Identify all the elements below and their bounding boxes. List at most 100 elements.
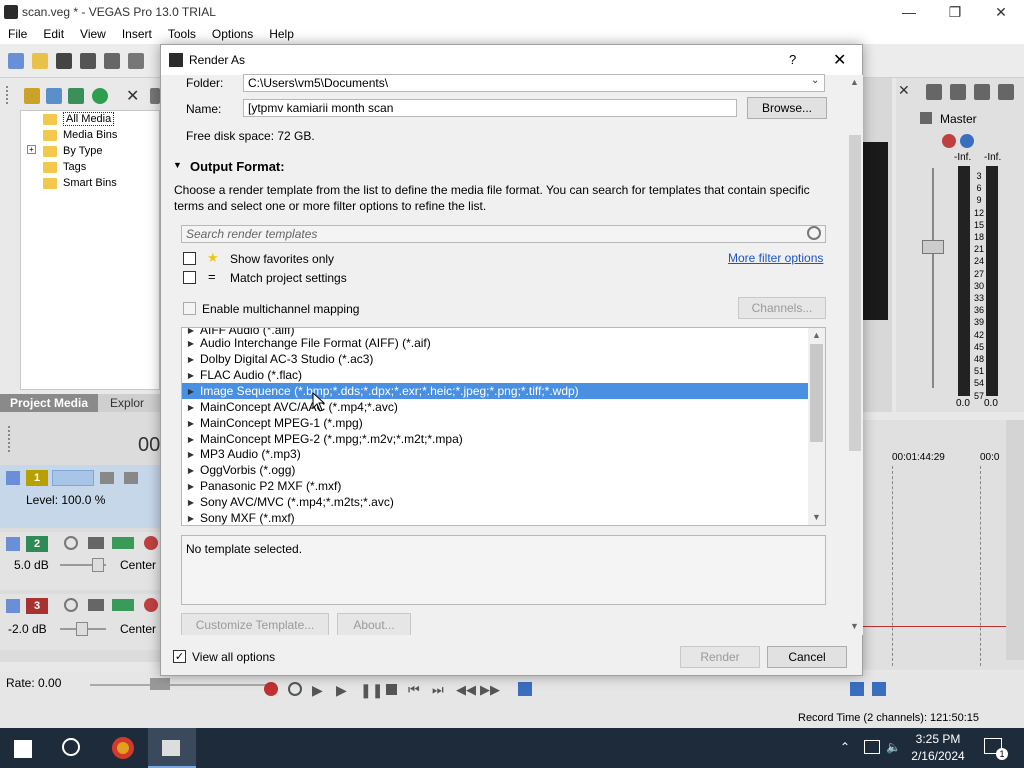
close-icon[interactable]: ✕ <box>898 82 910 99</box>
properties-icon[interactable] <box>128 53 144 69</box>
open-icon[interactable] <box>32 53 48 69</box>
track-2[interactable]: 2 5.0 dB Center <box>0 532 160 590</box>
list-item[interactable]: ▶ FLAC Audio (*.flac) <box>182 367 808 383</box>
dialog-scrollbar[interactable]: ▲ ▼ <box>847 75 863 635</box>
scroll-down-icon[interactable]: ▼ <box>812 512 821 522</box>
expand-arrow-icon[interactable]: ▶ <box>182 419 200 428</box>
more-filter-options-link[interactable]: More filter options <box>728 251 823 265</box>
fx-icon[interactable] <box>124 472 138 484</box>
panel-grip-icon[interactable] <box>6 86 10 104</box>
delete-icon[interactable]: ✕ <box>126 86 139 106</box>
customize-template-button[interactable]: Customize Template... <box>181 613 329 635</box>
volume-slider-thumb[interactable] <box>92 558 104 572</box>
mixer-downmix-icon[interactable] <box>950 84 966 100</box>
close-icon[interactable]: ✕ <box>833 50 846 70</box>
menu-edit[interactable]: Edit <box>35 27 72 41</box>
mute-icon[interactable] <box>88 599 104 611</box>
browse-button[interactable]: Browse... <box>747 97 827 119</box>
expand-arrow-icon[interactable]: ▶ <box>182 339 200 348</box>
tree-item-all-media[interactable]: All Media <box>43 111 115 127</box>
settings-icon[interactable] <box>144 536 158 550</box>
name-field[interactable]: [ytpmv kamiarii month scan <box>243 99 737 117</box>
settings-icon[interactable] <box>144 598 158 612</box>
menu-insert[interactable]: Insert <box>114 27 160 41</box>
scrollbar-thumb[interactable] <box>810 344 823 442</box>
track-3[interactable]: 3 -2.0 dB Center <box>0 594 160 650</box>
expand-arrow-icon[interactable]: ▶ <box>182 371 200 380</box>
list-item[interactable]: ▶ OggVorbis (*.ogg) <box>182 462 808 478</box>
play-from-start-icon[interactable]: ▶ <box>312 682 323 699</box>
template-list-scrollbar[interactable]: ▲ ▼ <box>808 328 825 525</box>
selection-tool-icon[interactable] <box>872 682 886 696</box>
menu-options[interactable]: Options <box>204 27 261 41</box>
expand-plus-icon[interactable]: + <box>27 145 36 154</box>
tree-item-by-type[interactable]: By Type <box>43 143 103 159</box>
rate-slider-thumb[interactable] <box>150 678 170 690</box>
views-icon[interactable] <box>150 88 160 104</box>
capture-icon[interactable] <box>46 88 62 104</box>
timeline-vscroll[interactable] <box>1006 420 1024 660</box>
expand-arrow-icon[interactable]: ▶ <box>182 482 200 491</box>
about-button[interactable]: About... <box>337 613 411 635</box>
volume-icon[interactable]: 🔈 <box>886 740 901 754</box>
menu-view[interactable]: View <box>72 27 114 41</box>
track-collapse-icon[interactable] <box>6 599 20 613</box>
mute-icon[interactable] <box>88 537 104 549</box>
minimize-icon[interactable]: — <box>886 0 932 24</box>
next-frame-icon[interactable]: ▶▶ <box>480 682 500 698</box>
track-name-field[interactable] <box>52 470 94 486</box>
loop-icon[interactable] <box>288 682 302 696</box>
previous-frame-icon[interactable]: ◀◀ <box>456 682 476 698</box>
expand-arrow-icon[interactable]: ▶ <box>182 498 200 507</box>
windows-start-icon[interactable] <box>14 740 32 758</box>
list-item[interactable]: ▶ Sony AVC/MVC (*.mp4;*.m2ts;*.avc) <box>182 494 808 510</box>
scroll-up-icon[interactable]: ▲ <box>812 330 821 340</box>
track-1[interactable]: 1 Level: 100.0 % <box>0 465 160 528</box>
normal-edit-tool-icon[interactable] <box>518 682 532 696</box>
list-item[interactable]: ▶ Dolby Digital AC-3 Studio (*.ac3) <box>182 351 808 367</box>
folder-field[interactable]: C:\Users\vm5\Documents\ <box>243 74 825 92</box>
fx-icon[interactable] <box>112 599 134 611</box>
list-item[interactable]: ▶ MainConcept MPEG-1 (*.mpg) <box>182 415 808 431</box>
record-arm-icon[interactable] <box>64 598 78 612</box>
save-as-icon[interactable] <box>80 53 96 69</box>
view-all-options-checkbox[interactable]: ✓ <box>173 650 186 663</box>
chevron-up-icon[interactable]: ⌃ <box>840 740 850 754</box>
fx-icon[interactable] <box>112 537 134 549</box>
expand-arrow-icon[interactable]: ▶ <box>182 403 200 412</box>
motion-icon[interactable] <box>100 472 114 484</box>
expand-arrow-icon[interactable]: ▶ <box>182 514 200 523</box>
record-icon[interactable] <box>264 682 278 696</box>
get-media-icon[interactable] <box>68 88 84 104</box>
channels-button[interactable]: Channels... <box>738 297 826 319</box>
menu-help[interactable]: Help <box>261 27 302 41</box>
search-templates-input[interactable]: Search render templates <box>181 225 826 243</box>
tab-project-media[interactable]: Project Media <box>0 394 99 412</box>
list-item-selected[interactable]: ▶ Image Sequence (*.bmp;*.dds;*.dpx;*.exr… <box>182 383 808 399</box>
tab-explorer[interactable]: Explor <box>98 394 156 412</box>
panel-grip-icon[interactable] <box>8 426 12 452</box>
fx-icon[interactable] <box>942 134 956 148</box>
clock-time[interactable]: 3:25 PM <box>908 732 968 746</box>
mixer-dim-icon[interactable] <box>974 84 990 100</box>
scrollbar-thumb[interactable] <box>849 135 861 451</box>
expand-arrow-icon[interactable]: ▶ <box>182 435 200 444</box>
search-icon[interactable] <box>807 226 821 240</box>
go-to-end-icon[interactable]: ⏭ <box>432 682 444 698</box>
list-item[interactable]: ▶ MainConcept AVC/AAC (*.mp4;*.avc) <box>182 399 808 415</box>
collapse-triangle-icon[interactable]: ▼ <box>173 160 182 170</box>
close-icon[interactable]: ✕ <box>978 0 1024 24</box>
stop-icon[interactable] <box>386 684 397 695</box>
track-collapse-icon[interactable] <box>6 537 20 551</box>
tree-item-tags[interactable]: Tags <box>43 159 86 175</box>
mute-icon[interactable] <box>960 134 974 148</box>
clock-date[interactable]: 2/16/2024 <box>908 749 968 763</box>
envelope-tool-icon[interactable] <box>850 682 864 696</box>
list-item[interactable]: ▶ Audio Interchange File Format (AIFF) (*… <box>182 335 808 351</box>
import-media-icon[interactable] <box>24 88 40 104</box>
list-item[interactable]: ▶ Sony MXF (*.mxf) <box>182 510 808 525</box>
volume-slider-thumb[interactable] <box>76 622 88 636</box>
scroll-down-icon[interactable]: ▼ <box>850 621 859 631</box>
chrome-icon[interactable] <box>112 737 134 759</box>
pause-icon[interactable]: ❚❚ <box>360 682 383 699</box>
